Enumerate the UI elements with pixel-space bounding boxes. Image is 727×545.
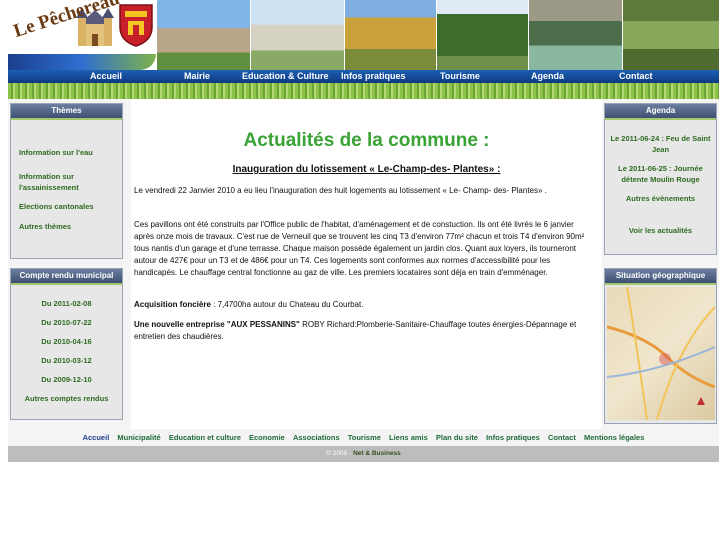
compte-rendu-box: Compte rendu municipal Du 2011-02-08 Du … [10, 268, 123, 420]
photo-horse-meadow [622, 0, 719, 70]
grass-divider [8, 83, 719, 99]
compte-rendu-link[interactable]: Du 2009-12-10 [11, 374, 122, 385]
footer-link-education[interactable]: Education et culture [169, 433, 241, 442]
article-paragraph-3: Acquisition foncière : 7,4700ha autour d… [134, 299, 589, 311]
footer-link-accueil[interactable]: Accueil [83, 433, 110, 442]
compte-rendu-title: Compte rendu municipal [11, 269, 122, 285]
photo-wheat-field [344, 0, 437, 70]
compte-rendu-link[interactable]: Du 2010-07-22 [11, 317, 122, 328]
compte-rendu-autres-link[interactable]: Autres comptes rendus [11, 393, 122, 404]
footer-link-mentions[interactable]: Mentions légales [584, 433, 644, 442]
photo-houses [156, 0, 250, 70]
footer-nav: Accueil Municipalité Education et cultur… [8, 429, 719, 446]
themes-title: Thèmes [11, 104, 122, 120]
header-banner: Le Pêchereau [8, 0, 719, 70]
agenda-event-link[interactable]: Le 2011-06-25 : Journée détente Moulin R… [607, 163, 714, 185]
nav-infos-pratiques[interactable]: Infos pratiques [341, 70, 406, 83]
logo-swoosh [8, 54, 156, 70]
footer-link-tourisme[interactable]: Tourisme [348, 433, 381, 442]
coat-of-arms-icon [119, 4, 153, 47]
footer-link-municipalite[interactable]: Municipalité [117, 433, 160, 442]
article-paragraph-1: Le vendredi 22 Janvier 2010 a eu lieu l'… [134, 186, 547, 195]
footer-link-infos-pratiques[interactable]: Infos pratiques [486, 433, 540, 442]
agenda-event-link[interactable]: Le 2011-06-24 : Feu de Saint Jean [607, 133, 714, 155]
nav-accueil-link[interactable]: Accueil [90, 70, 122, 83]
theme-link-autres[interactable]: Autres thèmes [19, 221, 122, 232]
acquisition-text: : 7,4700ha autour du Chateau du Courbat. [210, 300, 364, 309]
photo-trees [436, 0, 529, 70]
agenda-title: Agenda [605, 104, 716, 120]
compte-rendu-link[interactable]: Du 2011-02-08 [11, 298, 122, 309]
footer-link-associations[interactable]: Associations [293, 433, 340, 442]
photo-fountain [528, 0, 623, 70]
photo-manor [250, 0, 344, 70]
nav-agenda[interactable]: Agenda [531, 70, 564, 83]
situation-title: Situation géographique [605, 269, 716, 285]
copyright-text: © 2008 - [326, 450, 354, 457]
header-photos [156, 0, 719, 70]
footer-link-liens-amis[interactable]: Liens amis [389, 433, 428, 442]
compte-rendu-list: Du 2011-02-08 Du 2010-07-22 Du 2010-04-1… [11, 285, 122, 404]
themes-box: Thèmes Information sur l'eau Information… [10, 103, 123, 259]
copyright-bar: © 2008 - Net & Business [8, 446, 719, 462]
agenda-news-link[interactable]: Voir les actualités [607, 225, 714, 236]
footer-link-plan-du-site[interactable]: Plan du site [436, 433, 478, 442]
copyright-brand-link[interactable]: Net & Business [353, 450, 401, 457]
main-content: Actualités de la commune : Inauguration … [131, 99, 602, 429]
site-logo[interactable]: Le Pêchereau [8, 0, 156, 70]
page-title: Actualités de la commune : [243, 130, 490, 151]
entreprise-label: Une nouvelle entreprise "AUX PESSANINS" [134, 320, 300, 329]
agenda-more-link[interactable]: Autres évènements [607, 193, 714, 204]
theme-link-assainissement[interactable]: Information sur l'assainissement [19, 171, 109, 193]
theme-link-eau[interactable]: Information sur l'eau [19, 147, 122, 158]
compte-rendu-link[interactable]: Du 2010-03-12 [11, 355, 122, 366]
compte-rendu-link[interactable]: Du 2010-04-16 [11, 336, 122, 347]
map-roads [607, 287, 715, 420]
agenda-box: Agenda Le 2011-06-24 : Feu de Saint Jean… [604, 103, 717, 255]
nav-tourisme[interactable]: Tourisme [440, 70, 480, 83]
article-paragraph-4: Une nouvelle entreprise "AUX PESSANINS" … [134, 319, 589, 343]
theme-link-elections[interactable]: Elections cantonales [19, 201, 122, 212]
footer-link-economie[interactable]: Economie [249, 433, 285, 442]
nav-education-culture[interactable]: Education & Culture [242, 70, 329, 83]
footer-link-contact[interactable]: Contact [548, 433, 576, 442]
themes-list: Information sur l'eau Information sur l'… [11, 120, 122, 232]
page: Le Pêchereau Accueil Mairie Education & … [8, 0, 719, 462]
situation-box: Situation géographique [604, 268, 717, 424]
nav-mairie[interactable]: Mairie [184, 70, 210, 83]
location-map[interactable] [607, 287, 715, 420]
acquisition-label: Acquisition foncière [134, 300, 211, 309]
nav-items: Accueil Mairie Education & Culture Infos… [8, 70, 719, 83]
agenda-list: Le 2011-06-24 : Feu de Saint Jean Le 201… [605, 120, 716, 236]
article-paragraph-2: Ces pavillons ont été construits par l'O… [134, 220, 585, 277]
nav-contact[interactable]: Contact [619, 70, 653, 83]
article-subtitle: Inauguration du lotissement « Le-Champ-d… [232, 164, 501, 175]
